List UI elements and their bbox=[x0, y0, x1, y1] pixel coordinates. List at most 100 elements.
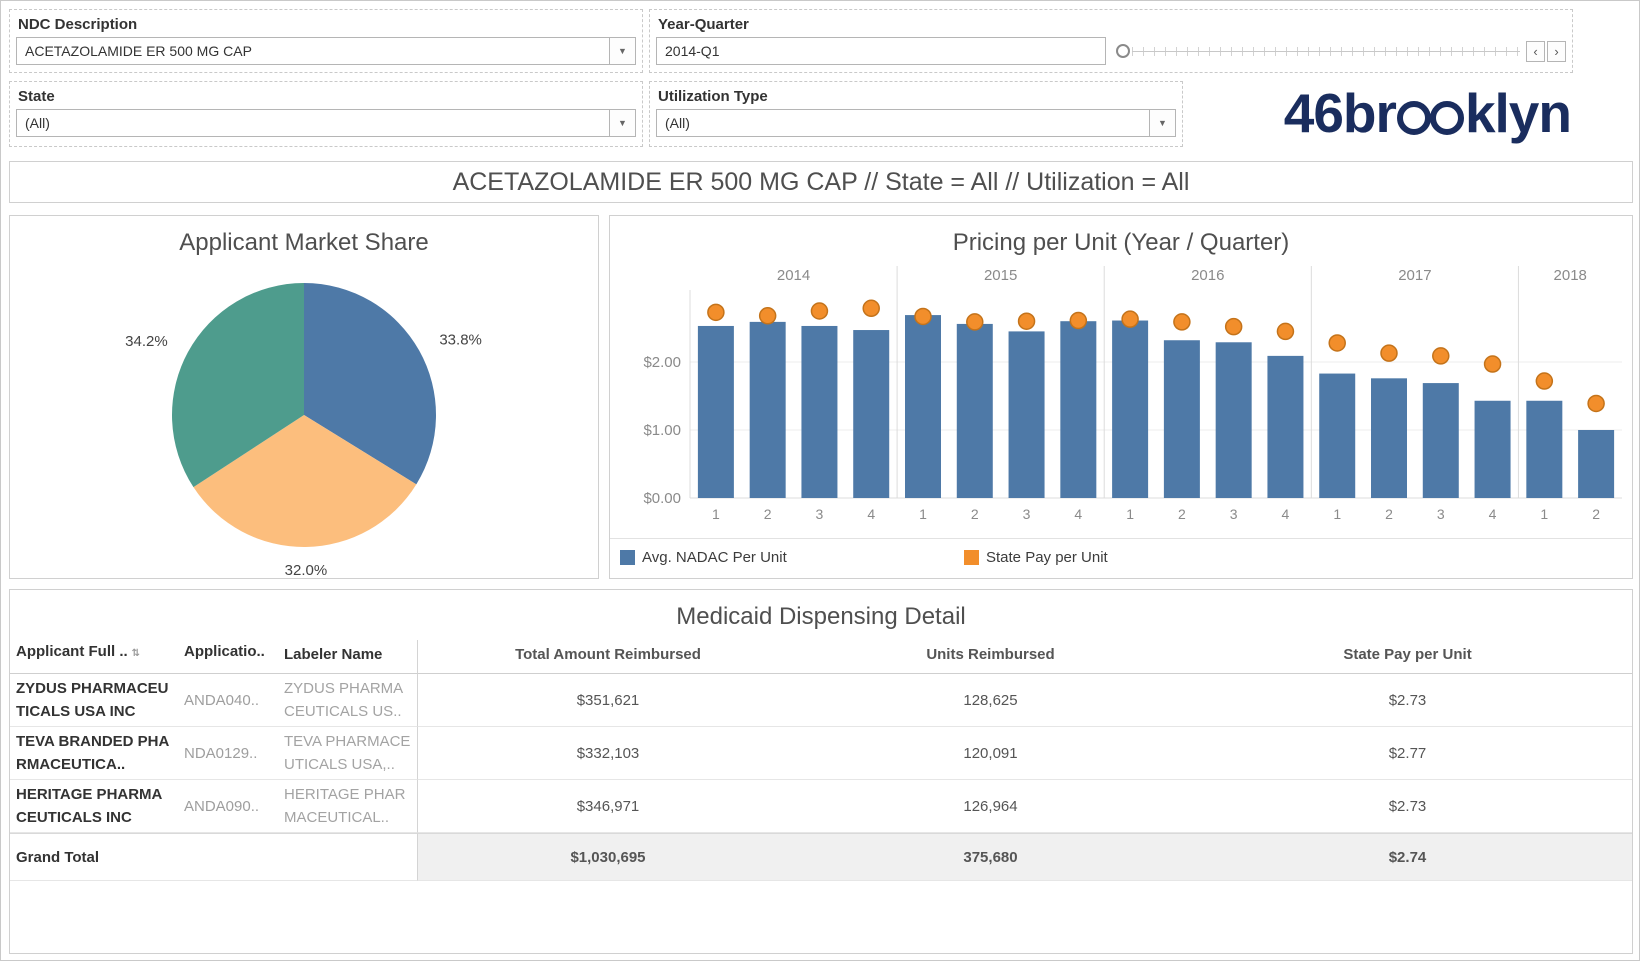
quarter-label: 2 bbox=[1385, 506, 1393, 522]
quarter-label: 4 bbox=[1489, 506, 1497, 522]
bar-mark[interactable] bbox=[1474, 400, 1511, 498]
point-mark[interactable] bbox=[1121, 310, 1139, 328]
point-mark[interactable] bbox=[1380, 344, 1398, 362]
bar-mark[interactable] bbox=[1215, 342, 1252, 498]
col-header-labeler[interactable]: Labeler Name bbox=[278, 640, 418, 674]
point-mark[interactable] bbox=[1432, 347, 1450, 365]
bar-mark[interactable] bbox=[1112, 320, 1149, 498]
state-filter-zone: State (All) ▼ bbox=[9, 81, 643, 147]
legend-item-nadac[interactable]: Avg. NADAC Per Unit bbox=[620, 549, 787, 566]
point-mark[interactable] bbox=[1483, 355, 1502, 373]
bar-mark[interactable] bbox=[956, 323, 993, 498]
table-row-cell: $2.77 bbox=[1183, 727, 1632, 780]
bar-mark[interactable] bbox=[853, 330, 890, 498]
point-mark[interactable] bbox=[1224, 317, 1243, 336]
utilization-filter-label: Utilization Type bbox=[658, 88, 768, 105]
utilization-filter-zone: Utilization Type (All) ▼ bbox=[649, 81, 1183, 147]
point-mark[interactable] bbox=[862, 299, 880, 318]
point-mark[interactable] bbox=[1328, 334, 1346, 352]
point-mark[interactable] bbox=[758, 307, 777, 325]
state-dropdown[interactable]: (All) ▼ bbox=[16, 109, 636, 137]
point-mark[interactable] bbox=[914, 307, 932, 326]
legend-label-nadac: Avg. NADAC Per Unit bbox=[642, 549, 787, 566]
slider-next-button[interactable]: › bbox=[1547, 41, 1566, 62]
year-label: 2015 bbox=[984, 267, 1017, 284]
slider-handle[interactable] bbox=[1116, 44, 1130, 58]
sort-icon[interactable]: ⇅ bbox=[132, 648, 140, 659]
year-quarter-input[interactable] bbox=[657, 38, 1105, 64]
ndc-dropdown[interactable]: ACETAZOLAMIDE ER 500 MG CAP ▼ bbox=[16, 37, 636, 65]
logo-text-pre: 46br bbox=[1283, 82, 1397, 144]
summary-title: ACETAZOLAMIDE ER 500 MG CAP // State = A… bbox=[9, 161, 1633, 203]
bar-mark[interactable] bbox=[1526, 400, 1563, 498]
bar-mark[interactable] bbox=[1008, 331, 1045, 498]
table-row-cell: $332,103 bbox=[418, 727, 798, 780]
bar-mark[interactable] bbox=[1267, 355, 1304, 498]
point-mark[interactable] bbox=[1069, 311, 1088, 330]
legend-swatch-statepay bbox=[964, 550, 979, 565]
chevron-down-icon[interactable]: ▼ bbox=[609, 110, 635, 136]
dashboard: NDC Description ACETAZOLAMIDE ER 500 MG … bbox=[0, 0, 1640, 961]
bar-mark[interactable] bbox=[1163, 340, 1200, 498]
quarter-label: 2 bbox=[1592, 506, 1600, 522]
point-mark[interactable] bbox=[966, 313, 984, 331]
bar-mark[interactable] bbox=[1422, 383, 1459, 498]
quarter-label: 1 bbox=[1333, 506, 1341, 522]
legend-swatch-nadac bbox=[620, 550, 635, 565]
table-row-cell[interactable]: ZYDUS PHARMACEUTICALS USA INC bbox=[10, 674, 178, 727]
year-label: 2018 bbox=[1554, 267, 1587, 284]
pricing-panel: Pricing per Unit (Year / Quarter) $0.00 $… bbox=[609, 215, 1633, 579]
table-row-cell: NDA0129.. bbox=[178, 727, 278, 780]
y-tick-label: $1.00 bbox=[643, 422, 681, 439]
grand-total-units: 375,680 bbox=[798, 833, 1183, 881]
year-label: 2016 bbox=[1191, 267, 1224, 284]
bar-mark[interactable] bbox=[697, 325, 734, 498]
year-quarter-slider[interactable]: ‹ › bbox=[1116, 37, 1566, 65]
bar-mark[interactable] bbox=[1319, 373, 1356, 498]
chevron-down-icon[interactable]: ▼ bbox=[609, 38, 635, 64]
table-row-cell: $346,971 bbox=[418, 780, 798, 833]
col-header-total[interactable]: Total Amount Reimbursed bbox=[418, 640, 798, 674]
pie-label: 33.8% bbox=[439, 331, 482, 348]
quarter-label: 4 bbox=[867, 506, 875, 522]
point-mark[interactable] bbox=[810, 302, 829, 320]
bar-mark[interactable] bbox=[1060, 321, 1097, 498]
quarter-label: 4 bbox=[1074, 506, 1082, 522]
point-mark[interactable] bbox=[707, 303, 725, 322]
year-quarter-input-wrap bbox=[656, 37, 1106, 65]
utilization-dropdown[interactable]: (All) ▼ bbox=[656, 109, 1176, 137]
table-row-cell: ANDA090.. bbox=[178, 780, 278, 833]
col-header-units[interactable]: Units Reimbursed bbox=[798, 640, 1183, 674]
bar-mark[interactable] bbox=[1578, 430, 1615, 498]
table-row-cell: $351,621 bbox=[418, 674, 798, 727]
slider-track[interactable] bbox=[1132, 47, 1520, 56]
quarter-label: 3 bbox=[1437, 506, 1445, 522]
legend-item-statepay[interactable]: State Pay per Unit bbox=[964, 549, 1108, 566]
col-header-applicant[interactable]: Applicant Full .. ⇅ bbox=[10, 640, 178, 674]
table-row-cell: ZYDUS PHARMACEUTICALS US.. bbox=[278, 674, 418, 727]
table-row-cell: $2.73 bbox=[1183, 780, 1632, 833]
quarter-label: 2 bbox=[1178, 506, 1186, 522]
dispensing-detail-panel: Medicaid Dispensing Detail Applicant Ful… bbox=[9, 589, 1633, 954]
bar-mark[interactable] bbox=[905, 315, 941, 498]
bar-mark[interactable] bbox=[1371, 378, 1407, 498]
table-row-cell[interactable]: HERITAGE PHARMACEUTICALS INC bbox=[10, 780, 178, 833]
point-mark[interactable] bbox=[1017, 312, 1036, 330]
pie-title: Applicant Market Share bbox=[179, 229, 429, 256]
col-header-statepay[interactable]: State Pay per Unit bbox=[1183, 640, 1632, 674]
grand-total-label: Grand Total bbox=[10, 833, 178, 881]
table-row-cell[interactable]: TEVA BRANDED PHARMACEUTICA.. bbox=[10, 727, 178, 780]
chevron-down-icon[interactable]: ▼ bbox=[1149, 110, 1175, 136]
bar-mark[interactable] bbox=[801, 325, 838, 498]
point-mark[interactable] bbox=[1587, 394, 1605, 413]
year-label: 2017 bbox=[1398, 267, 1431, 284]
point-mark[interactable] bbox=[1276, 322, 1295, 341]
bar-mark[interactable] bbox=[749, 321, 786, 498]
y-tick-label: $0.00 bbox=[643, 490, 681, 507]
point-mark[interactable] bbox=[1535, 372, 1554, 390]
col-header-application[interactable]: Applicatio.. bbox=[178, 640, 278, 674]
slider-prev-button[interactable]: ‹ bbox=[1526, 41, 1545, 62]
logo-text-post: klyn bbox=[1464, 82, 1572, 144]
y-tick-label: $2.00 bbox=[643, 354, 681, 371]
point-mark[interactable] bbox=[1173, 313, 1191, 331]
